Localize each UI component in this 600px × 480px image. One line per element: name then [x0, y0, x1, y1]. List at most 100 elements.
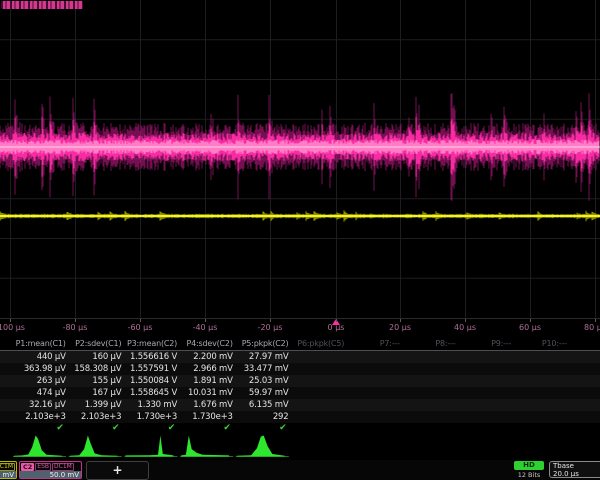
measure-header-p7[interactable]: P7:--- — [346, 337, 402, 350]
measure-value — [569, 351, 600, 363]
measure-mean: 2.966 mV — [179, 363, 235, 375]
measure-max: 59.97 mV — [235, 387, 291, 399]
time-axis-label: 60 µs — [519, 323, 541, 332]
axis-tick — [75, 319, 76, 322]
measure-mean — [569, 363, 600, 375]
axis-tick — [336, 319, 337, 322]
histicon-p2[interactable] — [70, 436, 118, 457]
measure-min — [290, 375, 346, 387]
table-row: 263 µV155 µV1.550084 V1.891 mV25.03 mV — [0, 375, 600, 387]
timebase-title: Tbase — [550, 462, 600, 470]
measure-max — [402, 387, 458, 399]
measure-num: 1.730e+3 — [123, 411, 179, 423]
measure-min — [402, 375, 458, 387]
timebase-box[interactable]: Tbase 20.0 µs — [549, 461, 600, 478]
measure-num — [290, 411, 346, 423]
axis-tick — [595, 319, 596, 322]
c2-esb-badge: ESB — [35, 463, 51, 471]
measure-num — [458, 411, 514, 423]
histicon-row — [0, 432, 600, 459]
measure-min: 25.03 mV — [235, 375, 291, 387]
measure-sdev — [402, 399, 458, 411]
measure-min: 263 µV — [12, 375, 68, 387]
measure-mean: 158.308 µV — [68, 363, 124, 375]
measure-max: 474 µV — [12, 387, 68, 399]
measure-header-p1[interactable]: P1:mean(C1) — [12, 337, 68, 350]
measure-header-p8[interactable]: P8:--- — [402, 337, 458, 350]
trace-annotation-badge — [1, 1, 83, 9]
time-axis-label: -20 µs — [258, 323, 283, 332]
measure-max: 10.031 mV — [179, 387, 235, 399]
measure-min — [569, 375, 600, 387]
measure-header-p2[interactable]: P2:sdev(C1) — [68, 337, 124, 350]
axis-tick — [140, 319, 141, 322]
measure-value — [402, 351, 458, 363]
measure-min: 1.891 mV — [179, 375, 235, 387]
table-row: 474 µV167 µV1.558645 V10.031 mV59.97 mV — [0, 387, 600, 399]
measure-sdev: 1.676 mV — [179, 399, 235, 411]
measure-sdev — [458, 399, 514, 411]
measure-min: 155 µV — [68, 375, 124, 387]
measure-max: 167 µV — [68, 387, 124, 399]
waveform-display — [0, 0, 600, 319]
measure-header-p10[interactable]: P10:--- — [513, 337, 569, 350]
add-trace-button[interactable]: + — [86, 461, 149, 480]
measure-value — [290, 351, 346, 363]
table-row: 440 µV160 µV1.556616 V2.200 mV27.97 mV — [0, 351, 600, 363]
measure-max — [458, 387, 514, 399]
measure-mean: 363.98 µV — [12, 363, 68, 375]
plus-icon: + — [112, 463, 122, 477]
time-axis-label: 40 µs — [454, 323, 476, 332]
table-row: 32.16 µV1.399 µV1.330 mV1.676 mV6.135 mV — [0, 399, 600, 411]
measure-header-p11[interactable]: P11 — [569, 337, 600, 350]
measure-value — [346, 351, 402, 363]
measure-max — [290, 387, 346, 399]
measure-min — [458, 375, 514, 387]
measure-sdev: 1.399 µV — [68, 399, 124, 411]
histicon-p1[interactable] — [14, 436, 62, 457]
histicon-p5[interactable] — [237, 436, 285, 457]
histicon-p4[interactable] — [181, 436, 229, 457]
table-row: 2.103e+32.103e+31.730e+31.730e+3292 — [0, 411, 600, 423]
measure-sdev: 1.330 mV — [123, 399, 179, 411]
measure-num — [402, 411, 458, 423]
measure-header-p4[interactable]: P4:sdev(C2) — [179, 337, 235, 350]
time-axis-label: -80 µs — [63, 323, 88, 332]
measure-sdev — [569, 399, 600, 411]
time-axis-label: 20 µs — [389, 323, 411, 332]
measure-value: 27.97 mV — [235, 351, 291, 363]
hd-mode-badge[interactable]: HD — [514, 461, 544, 470]
measure-header-p5[interactable]: P5:pkpk(C2) — [235, 337, 291, 350]
axis-tick — [400, 319, 401, 322]
measure-mean — [346, 363, 402, 375]
c1-scale-readout: 0 mV — [0, 471, 16, 479]
time-axis-label: 0 µs — [328, 323, 345, 332]
measure-value: 1.556616 V — [123, 351, 179, 363]
measure-mean — [402, 363, 458, 375]
measure-num: 2.103e+3 — [68, 411, 124, 423]
c2-coupling-badge: DC1M — [52, 463, 74, 471]
time-axis: -100 µs-80 µs-60 µs-40 µs-20 µs0 µs20 µs… — [0, 319, 600, 336]
measure-header-p9[interactable]: P9:--- — [458, 337, 514, 350]
channel-c2-descriptor[interactable]: C2 ESB DC1M 50.0 mV — [19, 461, 82, 479]
measure-max — [346, 387, 402, 399]
measure-header-p6[interactable]: P6:pkpk(C5) — [290, 337, 346, 350]
histicon-p3[interactable] — [125, 436, 173, 457]
c2-label-badge: C2 — [21, 463, 34, 471]
measure-sdev: 32.16 µV — [12, 399, 68, 411]
measure-min: 1.550084 V — [123, 375, 179, 387]
measure-num — [569, 411, 600, 423]
time-axis-label: -40 µs — [193, 323, 218, 332]
measure-value: 160 µV — [68, 351, 124, 363]
c2-badge-row: C2 ESB DC1M — [20, 462, 81, 471]
measure-mean: 33.477 mV — [235, 363, 291, 375]
measurement-table: P1:mean(C1)P2:sdev(C1)P3:mean(C2)P4:sdev… — [0, 337, 600, 434]
measure-max: 1.558645 V — [123, 387, 179, 399]
channel-c1-descriptor[interactable]: DC1M 0 mV — [0, 461, 17, 479]
measure-min — [346, 375, 402, 387]
measure-value: 440 µV — [12, 351, 68, 363]
time-axis-label: 80 µs — [584, 323, 600, 332]
measure-mean — [513, 363, 569, 375]
measure-header-p3[interactable]: P3:mean(C2) — [123, 337, 179, 350]
measure-num: 292 — [235, 411, 291, 423]
